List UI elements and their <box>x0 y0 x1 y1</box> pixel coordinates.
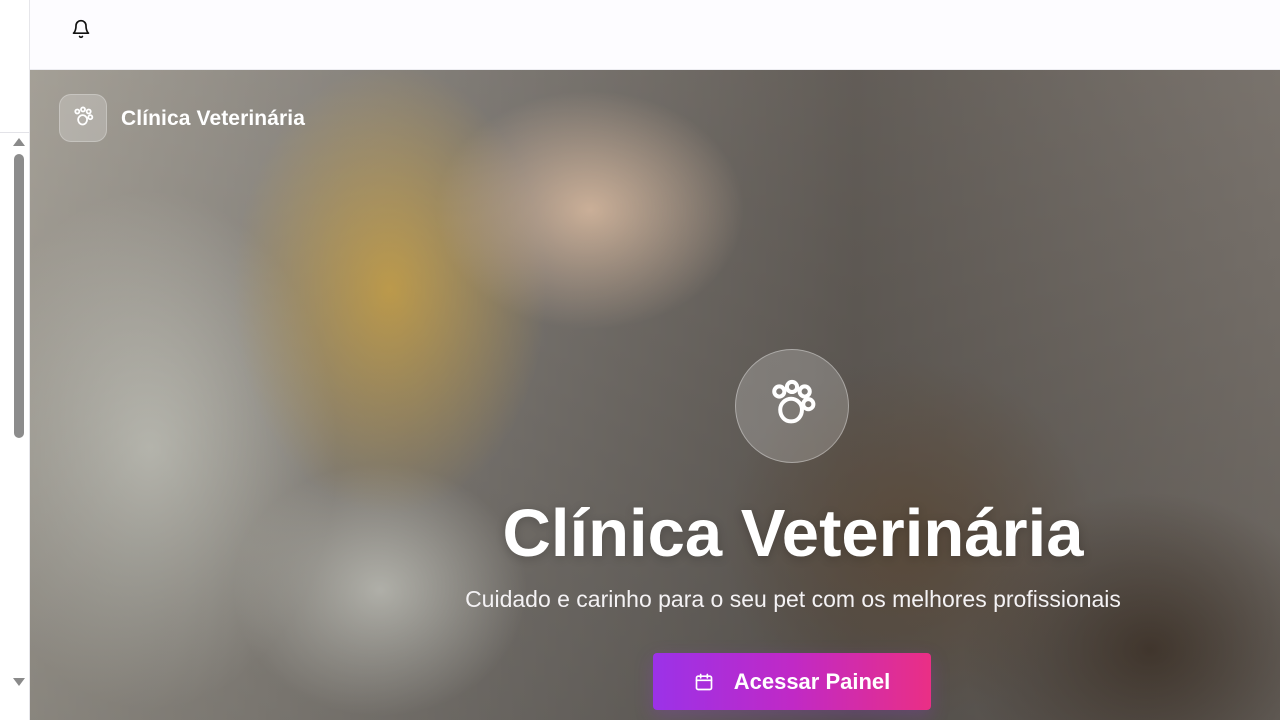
top-bar <box>30 0 1280 70</box>
paw-icon <box>74 106 94 126</box>
hero-title: Clínica Veterinária <box>502 496 1084 571</box>
access-dashboard-button[interactable]: Acessar Painel <box>653 653 931 710</box>
access-dashboard-label: Acessar Painel <box>733 668 891 694</box>
bell-icon <box>72 19 90 39</box>
scroll-down-icon[interactable] <box>13 678 25 686</box>
calendar-icon <box>694 672 714 692</box>
paw-circle <box>735 349 849 463</box>
hero-section: Clínica Veterinária Clínica Veterinária … <box>30 70 1280 720</box>
brand-title: Clínica Veterinária <box>121 107 305 130</box>
scrollbar-thumb[interactable] <box>14 154 24 438</box>
sidebar-divider <box>0 132 30 133</box>
left-sidebar <box>0 0 30 720</box>
scroll-up-icon[interactable] <box>13 138 25 146</box>
notification-bell-button[interactable] <box>70 18 92 40</box>
paw-icon <box>772 379 816 424</box>
hero-subtitle: Cuidado e carinho para o seu pet com os … <box>465 586 1121 612</box>
logo-badge <box>59 94 107 142</box>
